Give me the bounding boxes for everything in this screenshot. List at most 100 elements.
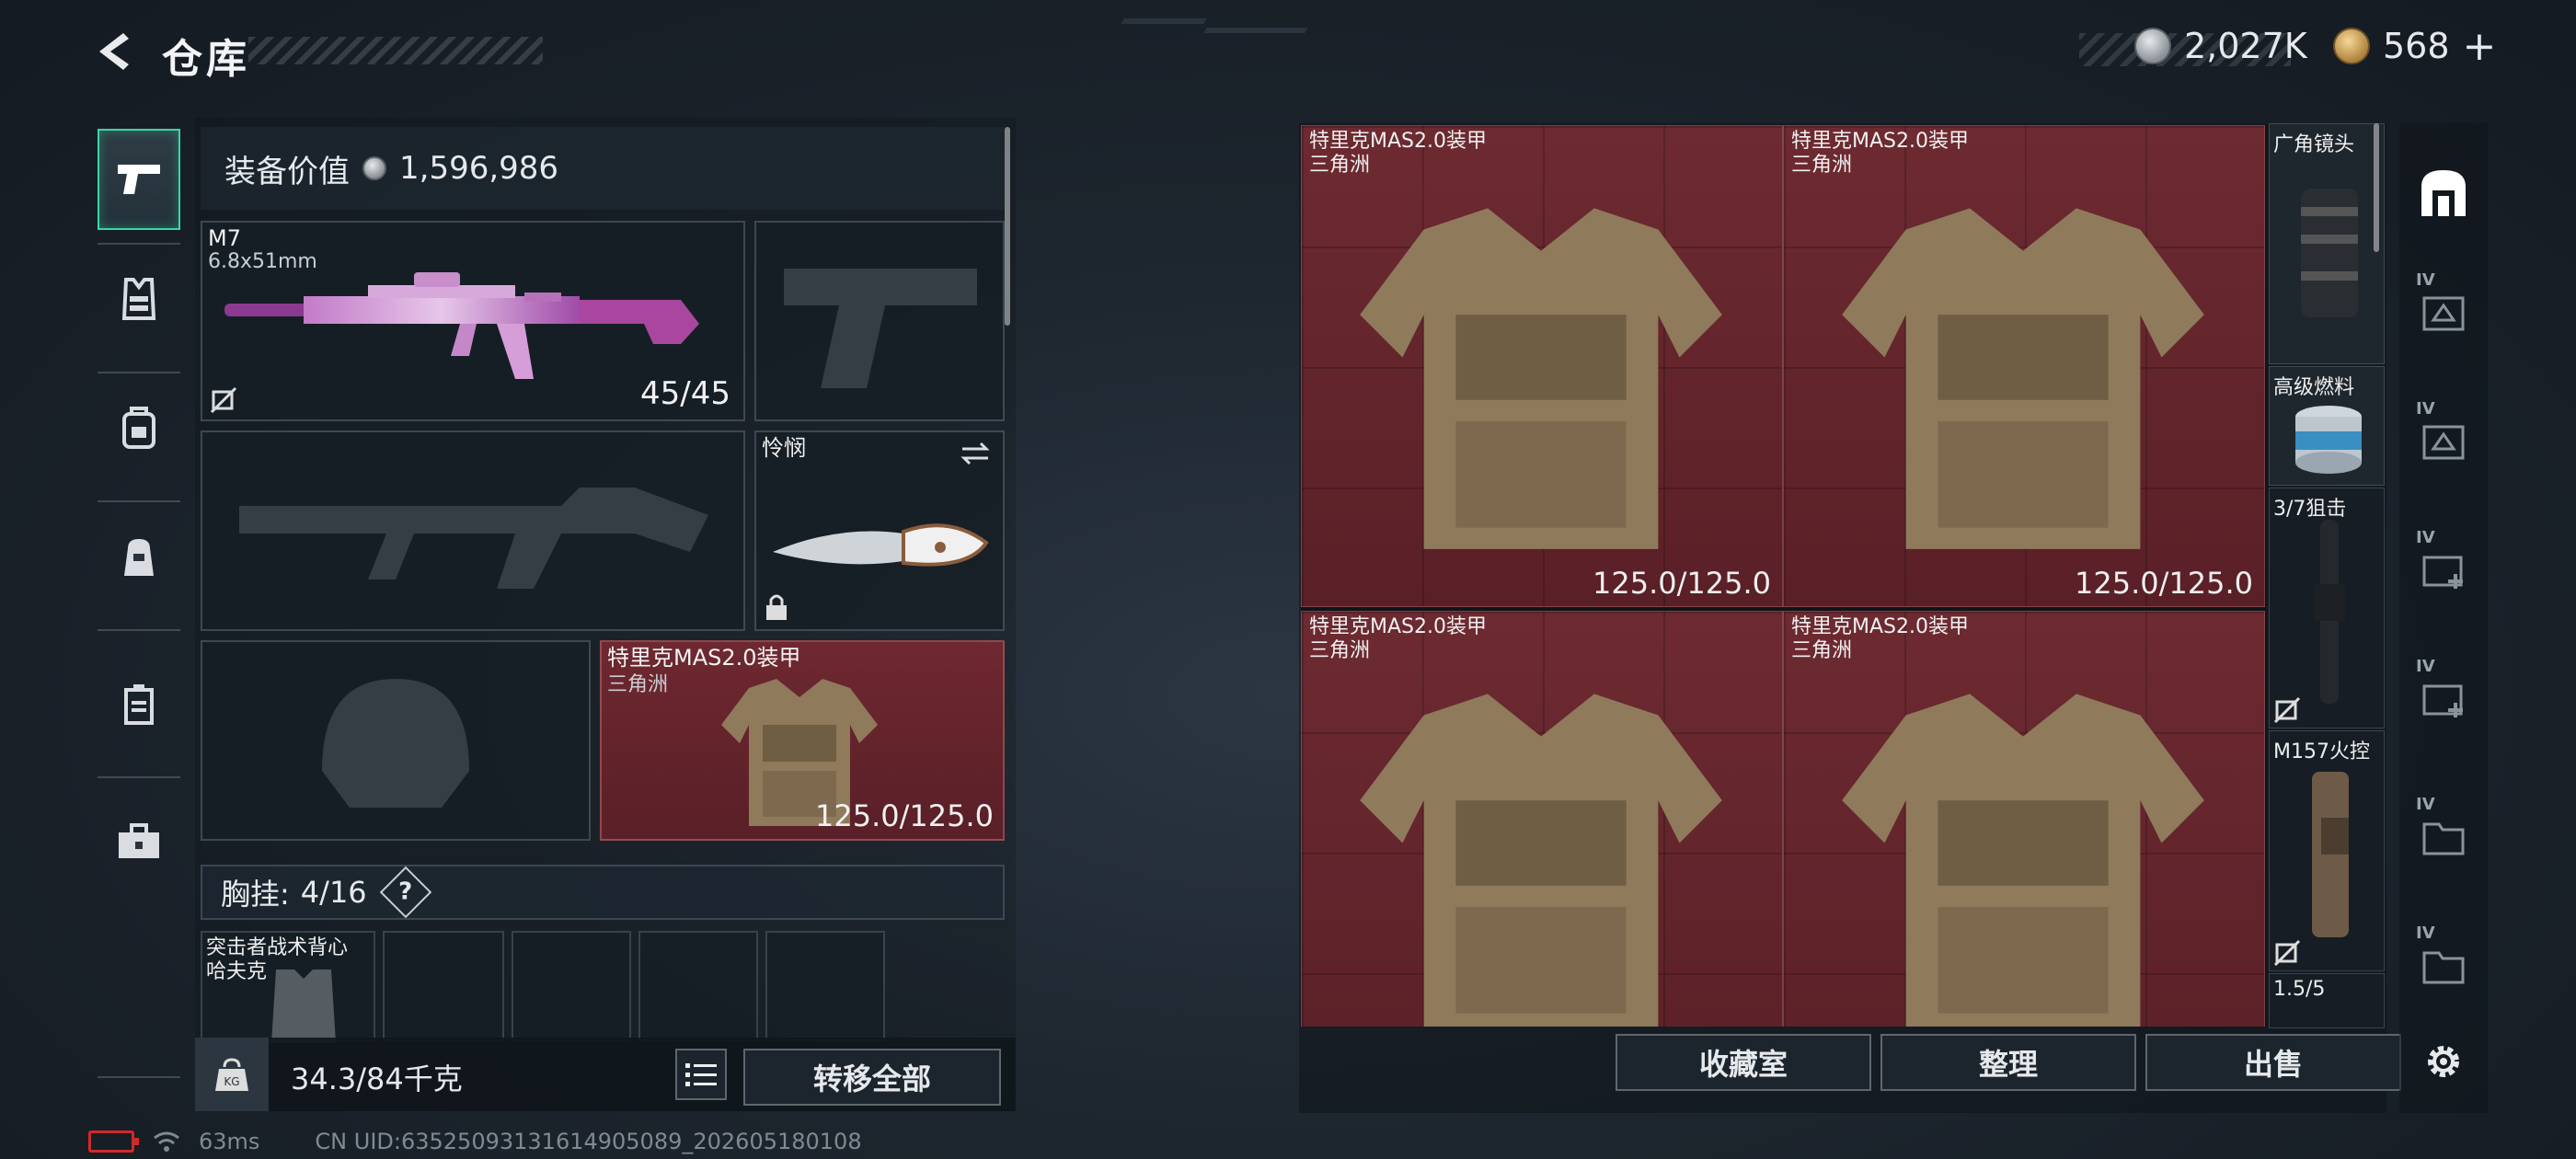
rig-label: 胸挂: <box>221 877 290 912</box>
rifle-image <box>224 272 699 379</box>
storage-item[interactable]: 特里克MAS2.0装甲 三角洲 125.0/125.0 <box>1301 125 1783 607</box>
rail-divider <box>98 776 180 778</box>
toolbox-icon <box>119 823 159 858</box>
filter-tier-4-e[interactable]: IV <box>2407 786 2480 887</box>
uid-text: CN UID:6352509313161490​5089_20260518010… <box>315 1129 862 1154</box>
weight-button[interactable]: KG <box>195 1038 269 1111</box>
fire-control-image <box>2312 772 2349 937</box>
primary-weapon-slot[interactable]: M7 6.8x51mm 45/45 <box>201 221 745 421</box>
filter-tier-4-d[interactable]: IV <box>2407 648 2480 749</box>
storage-item[interactable]: 特里克MAS2.0装甲 三角洲 <box>1783 611 2265 1027</box>
armor-durability: 125.0/125.0 <box>815 798 994 833</box>
filter-tier-4-f[interactable]: IV <box>2407 914 2480 1016</box>
status-bar: 63ms CN UID:6352509313161490​5089_202605… <box>88 1128 862 1155</box>
coin-icon <box>2134 28 2171 64</box>
helmet-slot[interactable] <box>201 640 591 841</box>
medkit-icon <box>2422 684 2463 717</box>
value-amount: 1,596,986 <box>399 150 559 187</box>
loadout-scrollbar[interactable] <box>1005 127 1010 326</box>
fuel-can-image <box>2295 406 2362 474</box>
sell-button[interactable]: 出售 <box>2145 1034 2401 1091</box>
loadout-panel: 装备价值 1,596,986 M7 6.8x51mm 45/45 怜悯 特里克M… <box>195 118 1016 1111</box>
tier-label: IV <box>2416 924 2435 943</box>
knife-image <box>773 523 989 567</box>
no-repair-icon <box>2273 696 2301 724</box>
armor-sub: 三角洲 <box>607 673 669 696</box>
scope-image <box>2314 520 2345 704</box>
rail-divider <box>98 629 180 631</box>
currency-tekniq: 2,027K <box>2134 20 2307 72</box>
no-repair-icon <box>210 386 237 414</box>
collection-button[interactable]: 收藏室 <box>1616 1034 1871 1091</box>
rig-item-slot[interactable]: 突击者战术背心 哈夫克 <box>201 931 375 1043</box>
case-icon <box>2422 425 2465 460</box>
rig-pocket-slot[interactable] <box>638 931 758 1041</box>
storage-item[interactable]: 特里克MAS2.0装甲 三角洲 125.0/125.0 <box>1783 125 2265 607</box>
ping-value: 63ms <box>199 1129 260 1154</box>
container-icon <box>124 684 154 725</box>
transfer-all-button[interactable]: 转移全部 <box>743 1049 1001 1106</box>
lock-icon <box>766 594 787 620</box>
armor-slot[interactable]: 特里克MAS2.0装甲 三角洲 125.0/125.0 <box>600 640 1005 841</box>
rail-backpack[interactable] <box>98 506 180 607</box>
currency-amount: 2,027K <box>2184 26 2307 66</box>
page-title: 仓库 <box>162 36 250 83</box>
armor-vest-icon <box>121 278 156 320</box>
item-durability: 125.0/125.0 <box>1593 566 1771 601</box>
side-item-fire-control[interactable]: M157火控 <box>2269 730 2385 971</box>
side-item-fuel[interactable]: 高级燃料 <box>2269 366 2385 486</box>
title-decoration <box>248 37 543 64</box>
rail-divider <box>98 372 180 373</box>
equipment-value-bar: 装备价值 1,596,986 <box>201 127 1005 210</box>
weapon-ammo: 45/45 <box>640 375 730 412</box>
filter-tier-4-c[interactable]: IV <box>2407 519 2480 620</box>
wifi-icon <box>154 1131 179 1152</box>
list-view-button[interactable] <box>675 1049 727 1100</box>
rail-toolbox[interactable] <box>98 791 180 892</box>
rig-capacity: 4/16 <box>300 875 367 910</box>
rail-container[interactable] <box>98 653 180 754</box>
currency-premium[interactable]: 568 + <box>2333 20 2496 72</box>
storage-actions: 收藏室 整理 出售 <box>1299 1034 2401 1113</box>
helmet-silhouette-icon <box>322 679 469 808</box>
swap-icon[interactable] <box>959 440 992 467</box>
secondary-weapon-slot[interactable] <box>201 430 745 631</box>
storage-scrollbar[interactable] <box>2374 123 2379 252</box>
sidearm-slot[interactable] <box>754 221 1005 421</box>
rail-weapons[interactable] <box>98 129 180 230</box>
weight-bar: KG 34.3/84千克 转移全部 <box>195 1038 1016 1111</box>
list-icon <box>685 1063 717 1086</box>
case-icon <box>2422 296 2465 331</box>
rig-pocket-slot[interactable] <box>765 931 885 1041</box>
filter-tier-4-b[interactable]: IV <box>2407 390 2480 491</box>
side-item-scope[interactable]: 1.5/5 <box>2269 973 2385 1028</box>
settings-button[interactable] <box>2407 1025 2480 1098</box>
side-item-sniper-scope[interactable]: 3/7狙击 <box>2269 488 2385 729</box>
tier-label: IV <box>2416 657 2435 676</box>
back-button[interactable] <box>88 26 140 77</box>
coin-icon <box>362 156 386 180</box>
pistol-silhouette-icon <box>784 269 977 388</box>
vest-image <box>271 970 336 1043</box>
filter-all[interactable] <box>2407 142 2480 243</box>
storage-item[interactable]: 特里克MAS2.0装甲 三角洲 <box>1301 611 1783 1027</box>
rail-rig[interactable] <box>98 377 180 478</box>
rail-armor[interactable] <box>98 248 180 350</box>
armor-image <box>1842 208 2204 549</box>
filter-tier-4-a[interactable]: IV <box>2407 261 2480 362</box>
armor-image <box>1360 694 1722 1027</box>
rig-pocket-slot[interactable] <box>512 931 631 1041</box>
melee-slot[interactable]: 怜悯 <box>754 430 1005 631</box>
sort-button[interactable]: 整理 <box>1880 1034 2136 1091</box>
backpack-icon <box>122 407 155 449</box>
item-name: M157火控 <box>2273 740 2370 763</box>
help-button[interactable]: ? <box>379 866 431 919</box>
gear-icon <box>2428 1046 2459 1077</box>
armor-image <box>1842 694 2204 1027</box>
chest-rig-bar: 胸挂: 4/16 ? <box>201 865 1005 920</box>
rig-pocket-slot[interactable] <box>383 931 504 1041</box>
tier-label: IV <box>2416 528 2435 547</box>
side-item-lens[interactable]: 广角镜头 <box>2269 123 2385 364</box>
weapon-name: M7 <box>208 225 241 251</box>
add-currency-button[interactable]: + <box>2463 23 2497 70</box>
